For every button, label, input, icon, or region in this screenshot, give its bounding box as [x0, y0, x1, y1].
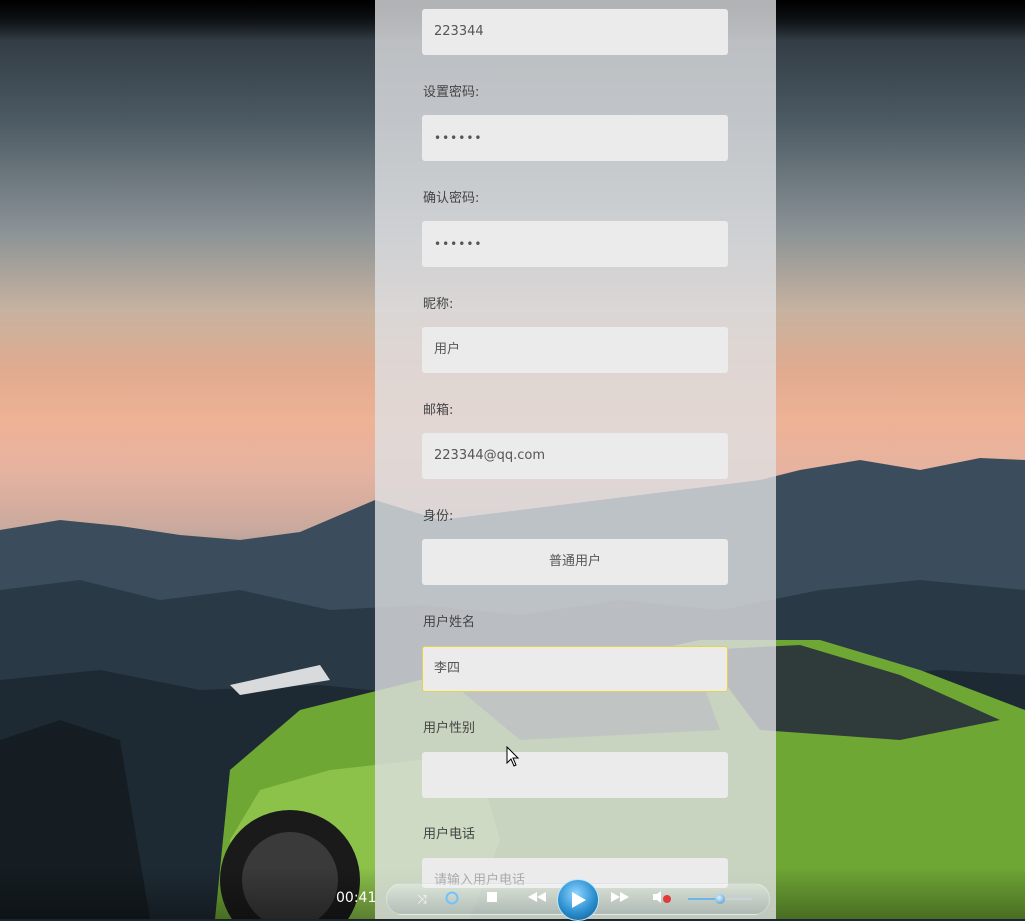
- rewind-icon[interactable]: [524, 890, 550, 908]
- repeat-icon[interactable]: [441, 890, 463, 908]
- identity-label: 身份:: [423, 509, 454, 524]
- identity-field[interactable]: 普通用户: [422, 539, 728, 585]
- playback-time: 00:41: [336, 890, 377, 906]
- volume-knob[interactable]: [715, 894, 725, 904]
- nickname-input[interactable]: 用户: [422, 327, 728, 373]
- stop-icon[interactable]: [481, 890, 503, 908]
- real-name-input[interactable]: 李四: [422, 646, 728, 692]
- confirm-password-label: 确认密码:: [423, 191, 480, 206]
- gender-input[interactable]: [422, 752, 728, 798]
- confirm-password-input[interactable]: ••••••: [422, 221, 728, 267]
- play-icon: [572, 892, 586, 908]
- shuffle-icon[interactable]: ⤨: [411, 890, 433, 908]
- password-label: 设置密码:: [423, 85, 480, 100]
- password-input[interactable]: ••••••: [422, 115, 728, 161]
- gender-label: 用户性别: [423, 721, 476, 736]
- email-label: 邮箱:: [423, 403, 454, 418]
- account-input[interactable]: 223344: [422, 9, 728, 55]
- play-button[interactable]: [557, 879, 599, 921]
- real-name-label: 用户姓名: [423, 615, 476, 630]
- nickname-label: 昵称:: [423, 297, 454, 312]
- mute-icon[interactable]: [651, 890, 673, 908]
- email-input[interactable]: 223344@qq.com: [422, 433, 728, 479]
- mouse-cursor-icon: [506, 746, 520, 767]
- fast-forward-icon[interactable]: [607, 890, 633, 908]
- phone-label: 用户电话: [423, 827, 476, 842]
